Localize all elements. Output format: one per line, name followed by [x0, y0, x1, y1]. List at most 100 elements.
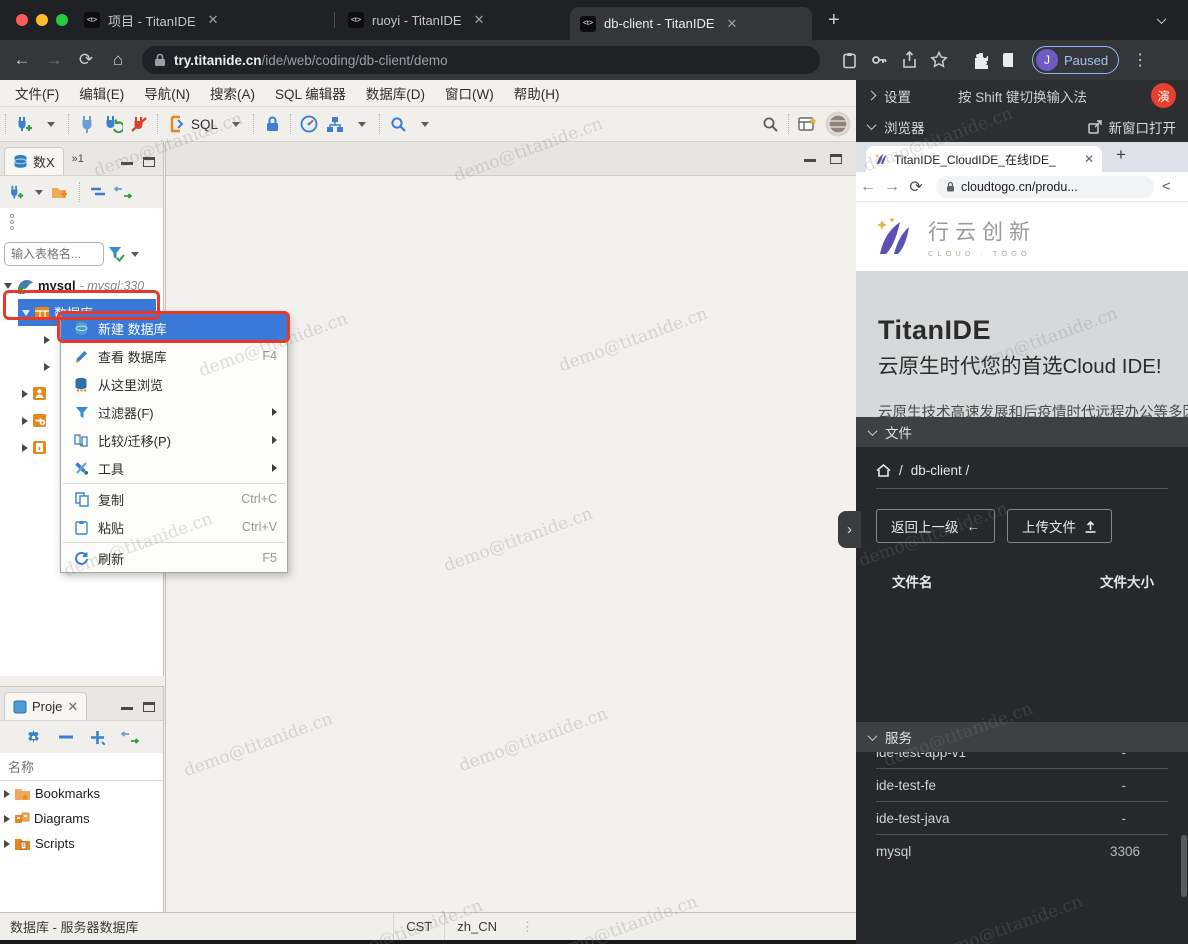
service-row[interactable]: ide-test-fe -	[876, 769, 1168, 802]
link-with-editor-icon[interactable]	[114, 186, 132, 199]
tab-search-chevron[interactable]	[1148, 0, 1178, 40]
disconnect-icon[interactable]	[126, 112, 152, 136]
minimize-panel-icon[interactable]	[121, 162, 133, 166]
key-icon[interactable]	[864, 51, 894, 69]
traffic-light-maximize[interactable]	[56, 14, 68, 26]
caret-closed-icon[interactable]	[4, 840, 10, 848]
traffic-light-minimize[interactable]	[36, 14, 48, 26]
tree-row-connection-mysql[interactable]: mysql - mysql:330	[0, 272, 163, 299]
quick-search-icon[interactable]	[757, 112, 783, 136]
forward-icon[interactable]: →	[38, 50, 70, 70]
tab-close-icon[interactable]: ✕	[67, 699, 78, 715]
panel-collapse-handle[interactable]: ›	[838, 511, 861, 548]
menu-item-browse-from-here[interactable]: 从这里浏览	[61, 370, 287, 398]
gear-icon[interactable]	[25, 729, 42, 746]
bookmark-star-icon[interactable]	[924, 51, 954, 69]
traffic-light-close[interactable]	[16, 14, 28, 26]
name-column-header[interactable]: 名称	[0, 753, 163, 781]
minimize-panel-icon[interactable]	[804, 159, 816, 163]
service-row[interactable]: ide-test-app-v1 -	[876, 752, 1168, 769]
services-section-header[interactable]: 服务	[856, 722, 1188, 752]
clipboard-icon[interactable]	[834, 52, 864, 69]
new-connection-dropdown[interactable]	[35, 190, 43, 195]
user-avatar-globe[interactable]	[820, 112, 856, 136]
menu-item-compare-migrate[interactable]: 比较/迁移(P)	[61, 426, 287, 454]
menu-item-copy[interactable]: 复制 Ctrl+C	[61, 485, 287, 513]
minimize-panel-icon[interactable]	[121, 707, 133, 711]
menu-item-filters[interactable]: 过滤器(F)	[61, 398, 287, 426]
profile-paused-pill[interactable]: J Paused	[1032, 46, 1119, 74]
scrollbar-thumb[interactable]	[1181, 835, 1187, 897]
sql-mode-dropdown[interactable]	[222, 112, 248, 136]
maximize-panel-icon[interactable]	[143, 702, 155, 712]
status-locale[interactable]: zh_CN	[444, 913, 509, 940]
er-diagram-icon[interactable]	[322, 112, 348, 136]
menu-search[interactable]: 搜索(A)	[201, 80, 264, 106]
reload-icon[interactable]: ⟳	[70, 50, 102, 70]
tab-projects[interactable]: Proje ✕	[4, 692, 87, 720]
expand-all-icon[interactable]	[90, 730, 105, 745]
browser-tab-ruoyi[interactable]: <t> ruoyi - TitanIDE ✕	[338, 0, 566, 40]
toolbar-search-dropdown[interactable]	[411, 112, 437, 136]
menu-help[interactable]: 帮助(H)	[505, 80, 569, 106]
url-bar[interactable]: try.titanide.cn/ide/web/coding/db-client…	[142, 46, 820, 74]
share-icon[interactable]	[894, 51, 924, 69]
dashboard-gauge-icon[interactable]	[296, 112, 322, 136]
caret-open-icon[interactable]	[4, 283, 12, 289]
tab-close-icon[interactable]: ✕	[474, 12, 485, 28]
hidden-tabs-count[interactable]: »1	[72, 153, 84, 165]
menu-file[interactable]: 文件(F)	[6, 80, 68, 106]
new-folder-icon[interactable]	[51, 185, 69, 200]
tab-close-icon[interactable]: ✕	[1084, 152, 1094, 166]
maximize-panel-icon[interactable]	[830, 154, 842, 164]
browser-tab-project[interactable]: <t> 项目 - TitanIDE ✕	[74, 0, 332, 40]
caret-closed-icon[interactable]	[22, 444, 28, 452]
embedded-browser-tab[interactable]: TitanIDE_CloudIDE_在线IDE_ ✕	[866, 146, 1102, 172]
new-connection-icon[interactable]	[8, 184, 25, 201]
caret-closed-icon[interactable]	[22, 390, 28, 398]
sql-mode-label[interactable]: SQL	[191, 117, 218, 132]
tree-row-scripts[interactable]: Scripts	[0, 831, 163, 856]
chrome-menu-icon[interactable]: ⋮	[1125, 50, 1155, 70]
open-new-window-button[interactable]: 新窗口打开	[1088, 117, 1177, 137]
files-section-header[interactable]: 文件	[856, 417, 1188, 447]
table-name-filter-input[interactable]	[4, 242, 104, 266]
caret-open-icon[interactable]	[22, 310, 30, 316]
ime-badge[interactable]: 演	[1151, 83, 1176, 108]
filter-dropdown[interactable]	[131, 252, 139, 257]
menu-item-create-database[interactable]: 新建 数据库	[61, 314, 287, 342]
status-more-icon[interactable]: ⋮	[509, 913, 546, 940]
service-row[interactable]: mysql 3306	[876, 835, 1168, 868]
tab-database-navigator[interactable]: 数X	[4, 147, 64, 175]
menu-navigate[interactable]: 导航(N)	[135, 80, 199, 106]
new-connection-icon[interactable]	[11, 112, 37, 136]
er-diagram-dropdown[interactable]	[348, 112, 374, 136]
transaction-mode-icon[interactable]	[163, 112, 189, 136]
menu-item-paste[interactable]: 粘贴 Ctrl+V	[61, 513, 287, 541]
toolbar-search-icon[interactable]	[385, 112, 411, 136]
reload-icon[interactable]: ⟳	[904, 177, 928, 197]
forward-icon[interactable]: →	[880, 178, 904, 196]
connect-icon[interactable]	[74, 112, 100, 136]
back-icon[interactable]: ←	[6, 50, 38, 70]
file-breadcrumb[interactable]: / db-client /	[856, 447, 1188, 478]
service-row[interactable]: ide-test-java -	[876, 802, 1168, 835]
embedded-new-tab-button[interactable]: +	[1116, 145, 1126, 165]
menu-window[interactable]: 窗口(W)	[436, 80, 503, 106]
caret-closed-icon[interactable]	[4, 790, 10, 798]
home-icon[interactable]: ⌂	[102, 50, 134, 70]
embedded-url-bar[interactable]: cloudtogo.cn/produ...	[936, 176, 1154, 198]
tab-close-icon[interactable]: ✕	[727, 16, 738, 32]
menu-item-refresh[interactable]: 刷新 F5	[61, 544, 287, 572]
new-tab-button[interactable]: +	[818, 0, 848, 40]
status-timezone[interactable]: CST	[393, 913, 444, 940]
menu-item-view-database[interactable]: 查看 数据库 F4	[61, 342, 287, 370]
lock-connection-icon[interactable]	[259, 112, 285, 136]
perspective-icon[interactable]	[794, 112, 820, 136]
filter-funnel-icon[interactable]	[108, 246, 125, 262]
back-icon[interactable]: ←	[856, 178, 880, 196]
caret-closed-icon[interactable]	[22, 417, 28, 425]
extensions-puzzle-icon[interactable]	[966, 51, 996, 69]
upload-file-button[interactable]: 上传文件	[1007, 509, 1112, 543]
toolbar-grip[interactable]	[10, 214, 163, 230]
